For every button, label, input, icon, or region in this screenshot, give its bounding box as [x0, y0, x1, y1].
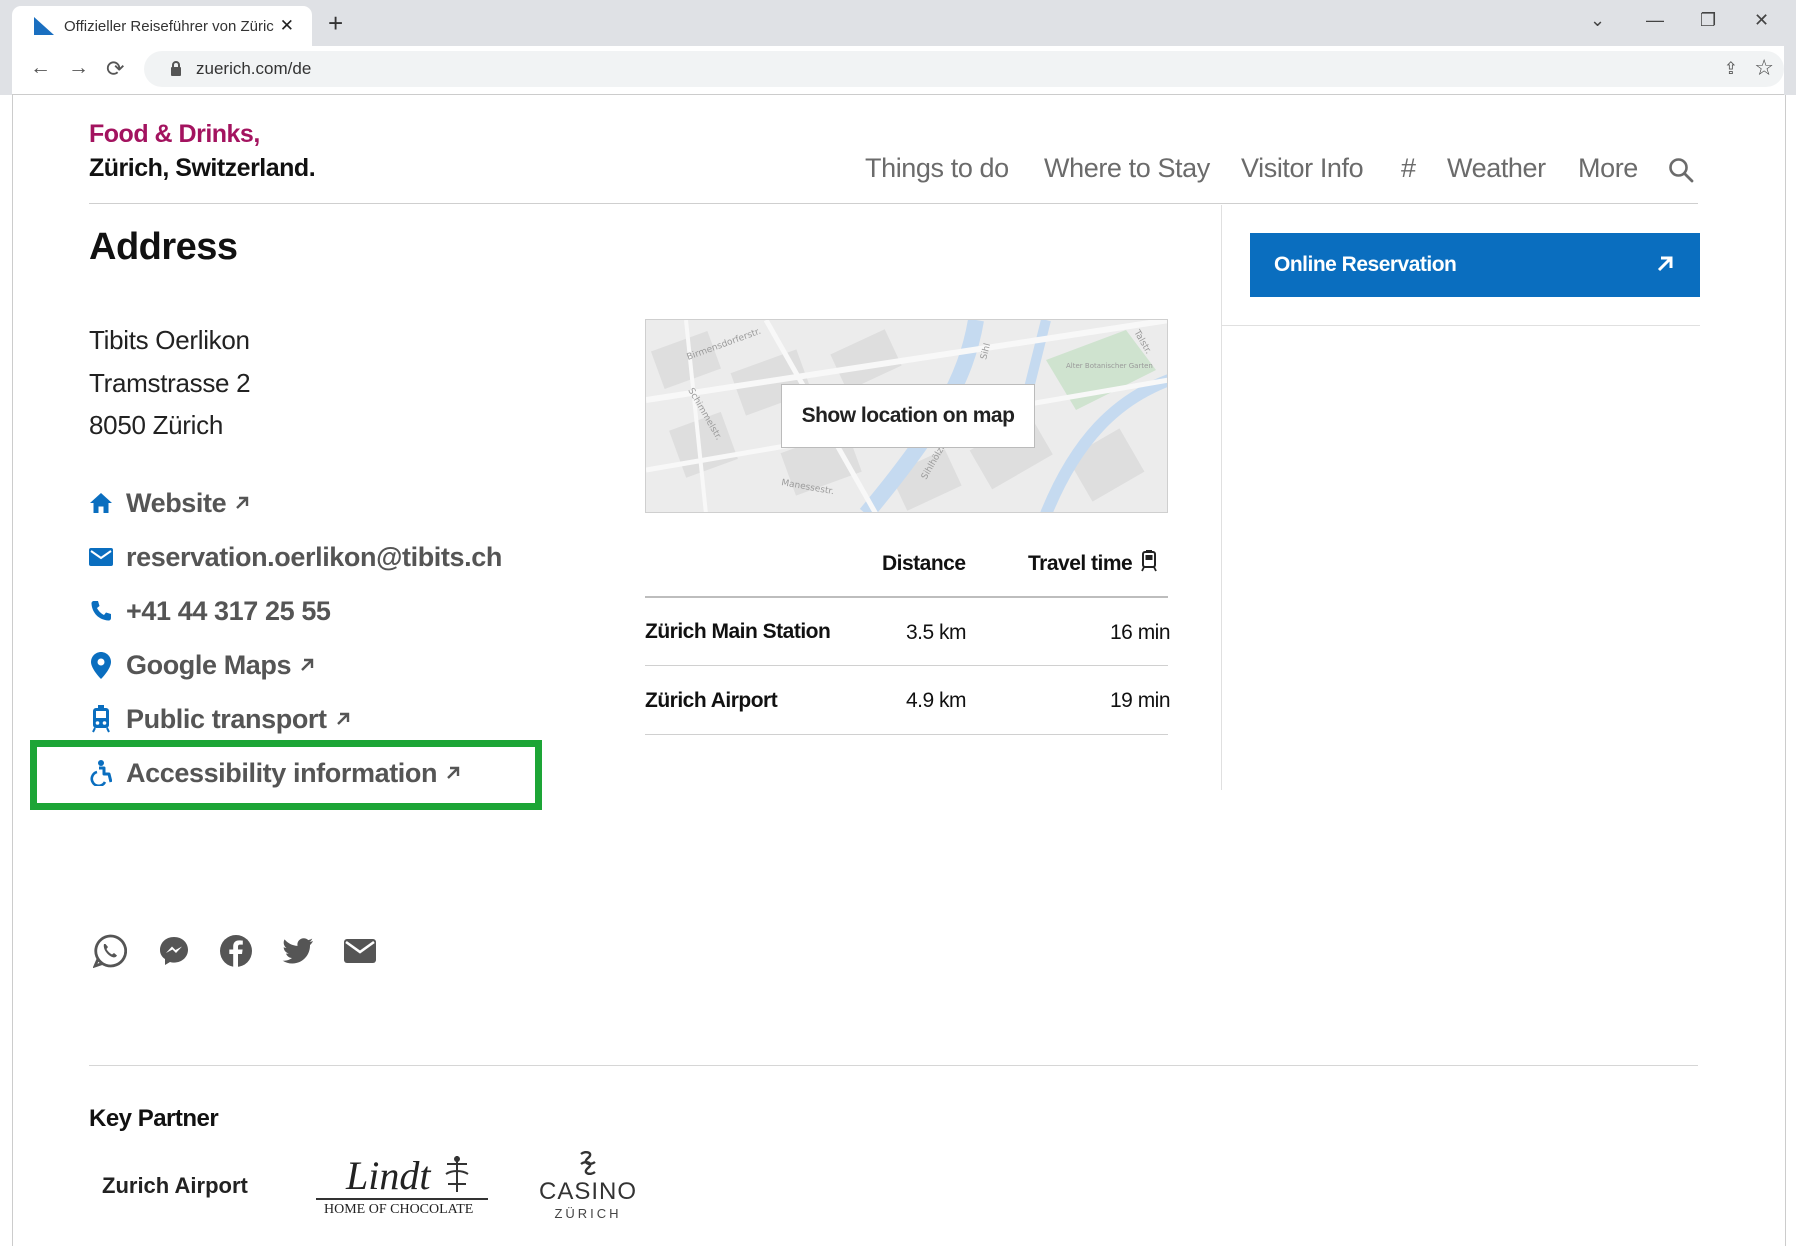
phone-link[interactable]: +41 44 317 25 55 [88, 594, 331, 628]
address-city: 8050 Zürich [89, 410, 223, 440]
new-tab-button[interactable]: + [328, 8, 343, 39]
tab-search-icon[interactable]: ⌄ [1590, 10, 1605, 31]
show-location-on-map-button[interactable]: Show location on map [781, 384, 1035, 448]
whatsapp-icon[interactable] [93, 934, 127, 968]
nav-things-to-do[interactable]: Things to do [865, 153, 1009, 184]
brand-location[interactable]: Zürich, Switzerland. [89, 154, 316, 183]
table-divider [645, 665, 1168, 666]
lindt-underline [316, 1198, 488, 1200]
address-heading: Address [89, 226, 238, 268]
external-link-icon [236, 496, 249, 509]
url-text: zuerich.com/de [196, 59, 312, 78]
key-partner-heading: Key Partner [89, 1105, 219, 1132]
email-link[interactable]: reservation.oerlikon@tibits.ch [88, 540, 502, 574]
table-header-distance: Distance [882, 552, 966, 575]
map-preview[interactable]: Birmensdorferstr. Schimmelstr. Manessest… [645, 319, 1168, 513]
table-header-travel-time: Travel time [1028, 552, 1133, 575]
close-tab-icon[interactable]: ✕ [280, 16, 294, 36]
search-icon[interactable] [1668, 157, 1694, 183]
table-cell-time: 16 min [1110, 621, 1171, 644]
address-name: Tibits Oerlikon [89, 325, 250, 355]
website-link[interactable]: Website [88, 486, 250, 520]
lindt-crest-icon [445, 1156, 469, 1192]
mail-icon[interactable] [343, 934, 377, 968]
share-page-icon[interactable]: ⇪ [1724, 59, 1738, 79]
footer-divider [89, 1065, 1698, 1066]
table-cell-time: 19 min [1110, 689, 1171, 712]
browser-toolbar: ← → ⟳ zuerich.com/de ⇪ ☆ [12, 46, 1784, 95]
table-divider [645, 734, 1168, 735]
nav-more[interactable]: More [1578, 153, 1638, 184]
external-link-icon [336, 712, 349, 725]
partner-casino-zurich-logo[interactable]: CASINO ZÜRICH [538, 1150, 638, 1221]
map-pin-icon [88, 651, 114, 679]
table-divider [645, 596, 1168, 598]
map-street-label: Alter Botanischer Garten [1066, 362, 1153, 370]
google-maps-link[interactable]: Google Maps [88, 648, 315, 682]
home-icon [88, 490, 114, 516]
favicon-icon [34, 17, 54, 35]
bookmark-star-icon[interactable]: ☆ [1754, 55, 1774, 81]
online-reservation-button[interactable]: Online Reservation [1250, 233, 1700, 297]
sidebar-divider [1221, 205, 1222, 790]
close-window-button[interactable]: ✕ [1754, 10, 1769, 31]
partner-zurich-airport-logo[interactable]: Zurich Airport [102, 1173, 248, 1199]
tram-icon [1141, 550, 1157, 572]
nav-hashtag[interactable]: # [1401, 153, 1416, 184]
lock-icon [171, 61, 181, 76]
tab-title: Offizieller Reiseführer von Zürich [64, 17, 274, 35]
minimize-button[interactable]: — [1646, 10, 1664, 31]
partner-lindt-logo[interactable]: Lindt HOME OF CHOCOLATE [316, 1152, 488, 1218]
twitter-icon[interactable] [281, 934, 315, 968]
forward-button[interactable]: → [68, 56, 89, 80]
table-cell-place: Zürich Main Station [645, 620, 831, 643]
table-cell-distance: 4.9 km [906, 689, 967, 712]
reload-button[interactable]: ⟳ [106, 56, 124, 82]
address-bar[interactable]: zuerich.com/de ⇪ ☆ [144, 51, 1784, 87]
table-cell-place: Zürich Airport [645, 689, 778, 712]
address-street: Tramstrasse 2 [89, 368, 251, 398]
external-link-icon [1657, 256, 1673, 272]
restore-button[interactable]: ❐ [1700, 10, 1716, 31]
external-link-icon [301, 658, 314, 671]
tram-icon [88, 705, 114, 733]
sidebar-rule [1222, 325, 1700, 326]
back-button[interactable]: ← [30, 56, 51, 80]
highlight-box [30, 740, 542, 810]
facebook-icon[interactable] [219, 934, 253, 968]
mail-icon [88, 544, 114, 570]
phone-icon [88, 598, 114, 624]
browser-chrome: Offizieller Reiseführer von Zürich ✕ + ⌄… [0, 0, 1796, 95]
brand-category[interactable]: Food & Drinks, [89, 120, 260, 149]
nav-where-to-stay[interactable]: Where to Stay [1044, 153, 1210, 184]
header-divider [89, 203, 1698, 204]
public-transport-link[interactable]: Public transport [88, 702, 351, 736]
messenger-icon[interactable] [157, 934, 191, 968]
casino-emblem-icon [580, 1150, 596, 1176]
browser-tab[interactable]: Offizieller Reiseführer von Zürich ✕ [12, 6, 312, 46]
table-cell-distance: 3.5 km [906, 621, 967, 644]
nav-visitor-info[interactable]: Visitor Info [1241, 153, 1364, 184]
nav-weather[interactable]: Weather [1447, 153, 1546, 184]
